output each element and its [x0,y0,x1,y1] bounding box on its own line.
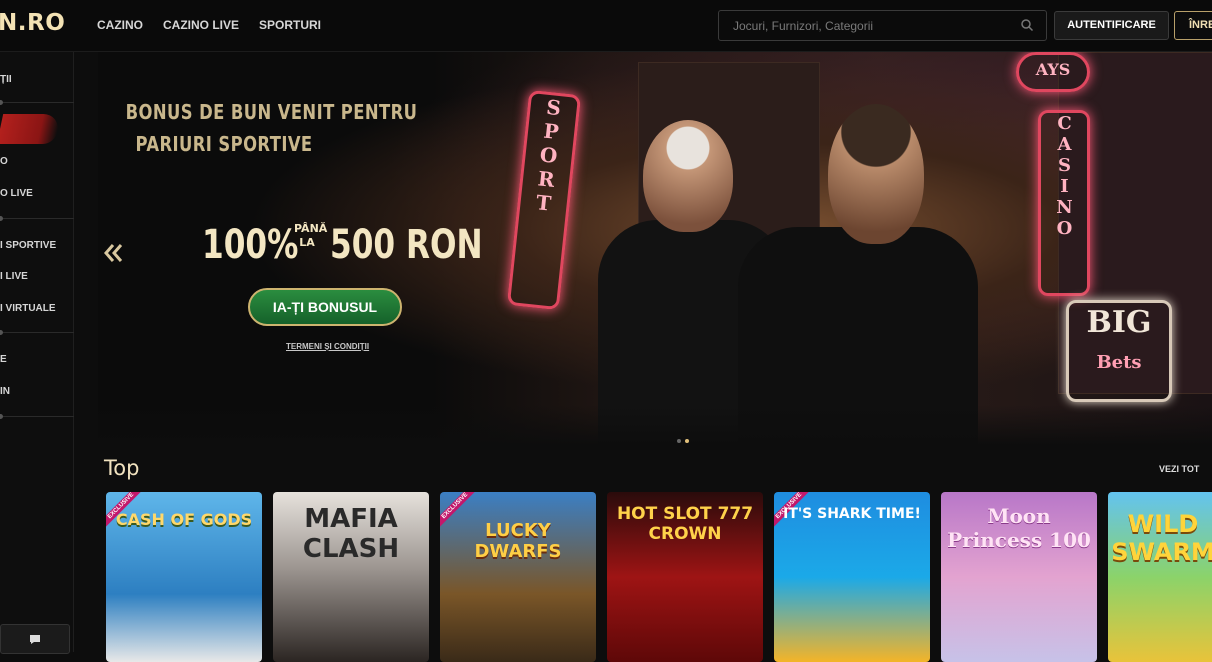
promo-text: BONUS DE BUN VENIT PENTRU PARIURI SPORTI… [104,100,418,156]
search-input[interactable] [731,18,1015,34]
sidebar-item-cazino[interactable]: O [0,156,8,167]
game-tile-lucky-dwarfs[interactable]: EXCLUSIVE LUCKY DWARFS [440,492,596,662]
search-box[interactable] [718,10,1047,41]
sidebar-item-cazino-live[interactable]: O LIVE [0,188,33,199]
chevron-double-left-icon[interactable] [104,243,124,263]
claim-bonus-button[interactable]: IA-ȚI BONUSUL [248,288,402,326]
game-title: LUCKY DWARFS [474,520,562,562]
promo-line-1: BONUS DE BUN VENIT PENTRU [125,100,418,124]
neon-sign-casino: CASINO [1038,110,1090,296]
nav-cazino-live[interactable]: CAZINO LIVE [163,18,239,32]
sidebar-item-pariuri-live[interactable]: I LIVE [0,271,28,282]
game-tile-shark-time[interactable]: EXCLUSIVE IT'S SHARK TIME! [774,492,930,662]
sidebar-divider [0,330,74,335]
hero-bottom-fade [98,405,1212,445]
game-tile-mafia-clash[interactable]: MAFIA CLASH [273,492,429,662]
terms-link[interactable]: TERMENI ȘI CONDIȚII [286,342,369,351]
neon-sign-ays: AYS [1016,52,1090,92]
neon-sign-big-bets: BIG Bets [1066,300,1172,402]
nav-cazino[interactable]: CAZINO [97,18,143,32]
game-title: WILD SWARM [1111,510,1212,566]
sidebar-divider [0,414,74,419]
sidebar-divider [0,100,74,105]
section-title-top: Top [104,456,140,480]
game-tile-moon-princess[interactable]: Moon Princess 100 [941,492,1097,662]
site-logo[interactable]: N.RO [0,10,65,36]
promo-ron: 500 RON [330,222,483,268]
game-tile-wild-swarm[interactable]: WILD SWARM [1108,492,1212,662]
sidebar-item-pariuri-virtuale[interactable]: I VIRTUALE [0,303,56,314]
game-tile-hot-slot[interactable]: HOT SLOT 777 CROWN [607,492,763,662]
neon-ays-text: AYS [1035,60,1071,79]
neon-bets-text: Bets [1096,352,1142,373]
top-header: N.RO CAZINO CAZINO LIVE SPORTURI AUTENTI… [0,0,1212,52]
game-title: CASH OF GODS [115,510,253,529]
sidebar-item-promotii[interactable]: ȚII [0,74,12,85]
chat-icon [30,635,40,644]
sidebar-item-pariuri-sportive[interactable]: I SPORTIVE [0,240,56,251]
game-tile-cash-of-gods[interactable]: EXCLUSIVE CASH OF GODS [106,492,262,662]
nav-sporturi[interactable]: SPORTURI [259,18,321,32]
game-title: IT'S SHARK TIME! [783,506,921,522]
promo-line-2: PARIURI SPORTIVE [135,132,313,156]
neon-sport-text: SPORT [530,94,567,217]
chat-button[interactable] [0,624,70,654]
game-title: MAFIA CLASH [302,504,400,564]
promo-upto-line-2: LA [299,236,315,249]
carousel-dot[interactable] [677,439,681,443]
login-button[interactable]: AUTENTIFICARE [1054,11,1169,40]
sidebar-active-highlight [0,114,62,144]
search-icon[interactable] [1020,18,1034,32]
game-title: Moon Princess 100 [947,504,1091,552]
sidebar-divider [0,216,74,221]
promo-upto-line-1: PÂNĂ [294,222,328,235]
main-nav: CAZINO CAZINO LIVE SPORTURI [97,18,321,32]
promo-upto: PÂNĂ LA [294,222,328,250]
carousel-dot-active[interactable] [685,439,689,443]
neon-big-text: BIG [1086,305,1152,340]
sidebar-item-e[interactable]: E [0,354,7,365]
register-button[interactable]: ÎNRE [1174,11,1212,40]
game-title: HOT SLOT 777 CROWN [616,504,754,544]
promo-percent: 100% [202,222,299,268]
neon-sign-sport: SPORT [506,89,582,311]
sidebar-item-in[interactable]: IN [0,386,10,397]
carousel-dots [677,430,693,448]
sidebar: ȚII O O LIVE I SPORTIVE I LIVE I VIRTUAL… [0,52,74,654]
person-right-head [828,104,924,244]
see-all-link[interactable]: VEZI TOT [1159,464,1199,474]
person-left-head [643,120,733,232]
neon-casino-text: CASINO [1054,113,1075,239]
